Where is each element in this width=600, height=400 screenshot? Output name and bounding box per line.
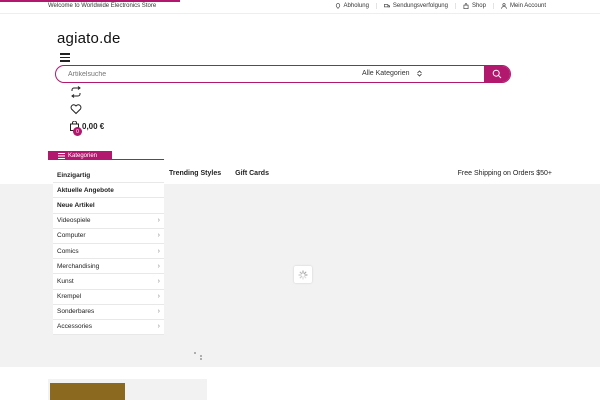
category-label: Merchandising [57,262,100,270]
top-link-label: Abholung [343,3,369,9]
compare-icon[interactable] [70,86,82,98]
category-item[interactable]: Neue Artikel [53,198,164,214]
nav-link-trending[interactable]: Trending Styles [169,170,221,177]
top-link-label: Shop [471,3,486,9]
main-nav: Trending Styles Gift Cards [169,170,269,177]
category-label: Computer [57,232,86,240]
user-icon [501,3,507,9]
top-accent-line [0,0,180,2]
chevron-right-icon: › [157,247,160,255]
search-icon [492,69,502,79]
cart-count-badge: 0 [73,127,82,136]
category-label: Neue Artikel [57,201,95,209]
category-label: Sonderbares [57,308,95,316]
category-label: Kunst [57,277,74,285]
hamburger-menu-icon[interactable] [60,53,70,62]
top-link-shop[interactable]: Shop [454,3,493,9]
top-link-label: Sendungsverfolgung [392,3,448,9]
chevron-right-icon: › [157,277,160,285]
category-select-value: Alle Kategorien [362,70,410,77]
map-pin-icon [335,3,340,9]
category-item[interactable]: Kunst › [53,274,164,290]
shopping-bag-icon [463,3,469,9]
chevron-right-icon: › [157,323,160,331]
category-item[interactable]: Merchandising › [53,259,164,275]
promo-image [50,383,125,400]
search-input[interactable] [56,66,356,82]
search-button[interactable] [484,66,510,82]
chevron-right-icon: › [157,232,160,240]
category-label: Einzigartig [57,171,91,179]
category-label: Comics [57,247,79,255]
truck-icon [383,4,390,8]
category-item[interactable]: Accessories › [53,320,164,336]
top-link-label: Mein Account [509,3,546,9]
category-label: Aktuelle Angebote [57,186,114,194]
category-label: Videospiele [57,217,91,225]
category-item[interactable]: Comics › [53,244,164,260]
search-bar: Alle Kategorien [55,65,511,83]
select-arrows-icon [417,70,422,77]
category-select[interactable]: Alle Kategorien [362,68,422,79]
cart-total: 0,00 € [82,121,105,131]
loading-spinner-icon [294,266,312,283]
category-label: Krempel [57,293,82,301]
chevron-right-icon: › [157,262,160,270]
chevron-right-icon: › [157,293,160,301]
category-label: Accessories [57,323,93,331]
categories-underline [48,159,164,160]
category-item[interactable]: Computer › [53,229,164,244]
site-logo[interactable]: agiato.de [57,30,121,47]
list-icon [58,152,65,159]
wishlist-heart-icon[interactable] [70,103,82,115]
top-link-account[interactable]: Mein Account [492,3,553,9]
welcome-text: Welcome to Worldwide Electronics Store [48,3,157,9]
category-item[interactable]: Krempel › [53,290,164,305]
top-links: Abholung Sendungsverfolgung Shop Mein Ac… [328,3,553,9]
nav-link-gift-cards[interactable]: Gift Cards [235,170,269,177]
free-shipping-notice: Free Shipping on Orders $50+ [457,170,552,177]
category-item[interactable]: Videospiele › [53,214,164,229]
category-item[interactable]: Einzigartig [53,168,164,184]
top-link-abholung[interactable]: Abholung [328,3,376,9]
top-link-tracking[interactable]: Sendungsverfolgung [375,3,455,9]
top-bar: Welcome to Worldwide Electronics Store A… [0,0,600,14]
category-item[interactable]: Aktuelle Angebote [53,183,164,199]
chevron-right-icon: › [157,308,160,316]
category-list: Einzigartig Aktuelle Angebote Neue Artik… [53,168,164,336]
chevron-right-icon: › [157,217,160,225]
categories-label: Kategorien [68,152,98,159]
category-item[interactable]: Sonderbares › [53,305,164,320]
slider-dots-icon[interactable] [193,351,203,361]
